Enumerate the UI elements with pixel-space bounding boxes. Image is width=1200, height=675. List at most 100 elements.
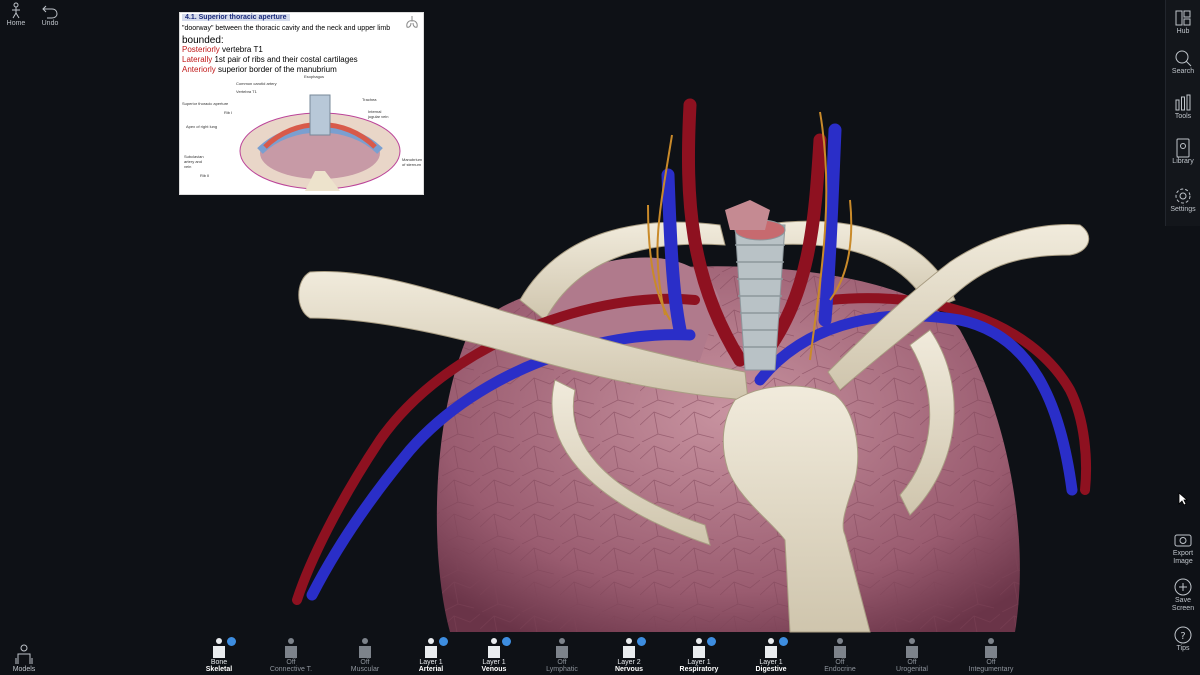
library-icon <box>1176 138 1190 158</box>
slide-label: Rib I <box>224 110 233 115</box>
slide-line-5: Anteriorly superior border of the manubr… <box>182 65 337 74</box>
undo-button[interactable]: Undo <box>38 2 62 27</box>
body-figure-icon <box>831 637 849 659</box>
sidebar-item-label: Settings <box>1170 206 1196 213</box>
layer-name: Venous <box>481 666 507 673</box>
layer-status: Layer 1 <box>419 659 443 666</box>
home-icon <box>12 2 20 19</box>
camera-icon <box>1174 534 1192 547</box>
save-screen-button[interactable]: Save Screen <box>1166 577 1200 613</box>
slide-line-1: "doorway" between the thoracic cavity an… <box>182 25 391 32</box>
plus-circle-icon <box>1174 578 1192 596</box>
slide-label: Trachea <box>362 97 377 102</box>
home-label: Home <box>6 20 26 27</box>
sidebar-item-label: Library <box>1172 158 1194 165</box>
layer-button-4[interactable]: Layer 1 Arterial <box>396 637 466 673</box>
right-sidebar: Hub Search Tools Library Settings <box>1165 0 1200 226</box>
active-badge-icon <box>707 637 716 646</box>
slide-label: Vertebra T1 <box>236 89 257 94</box>
slide-label: Manubrium of sternum <box>402 157 423 167</box>
slide-line-3: Posteriorly vertebra T1 <box>182 45 263 54</box>
layer-button-7[interactable]: Layer 2 Nervous <box>594 637 664 673</box>
slide-label: Esophagus <box>304 74 325 79</box>
hub-icon <box>1175 10 1191 26</box>
body-figure-icon <box>485 637 511 659</box>
tools-icon <box>1175 94 1191 111</box>
models-label: Models <box>12 666 36 673</box>
slide-label: Apex of right lung <box>186 124 218 129</box>
layer-name: Urogenital <box>896 666 928 673</box>
sidebar-item-label: Tools <box>1174 113 1192 120</box>
slide-line-4: Laterally 1st pair of ribs and their cos… <box>182 55 358 64</box>
sidebar-item-label: Hub <box>1176 28 1190 35</box>
models-icon <box>15 644 33 664</box>
body-figure-icon <box>690 637 716 659</box>
layer-button-2[interactable]: Off Connective T. <box>256 637 326 673</box>
layer-button-11[interactable]: Off Urogenital <box>877 637 947 673</box>
layer-button-9[interactable]: Layer 1 Digestive <box>736 637 806 673</box>
sidebar-item-settings[interactable]: Settings <box>1166 186 1200 213</box>
layer-name: Endocrine <box>824 666 856 673</box>
active-badge-icon <box>227 637 236 646</box>
save-screen-label: Save Screen <box>1171 597 1195 612</box>
layer-name: Nervous <box>614 666 643 673</box>
layer-status: Off <box>286 659 296 666</box>
body-figure-icon <box>210 637 236 659</box>
active-badge-icon <box>779 637 788 646</box>
layer-status: Off <box>360 659 370 666</box>
lecture-slide[interactable]: 4.1. Superior thoracic aperture "doorway… <box>179 12 424 195</box>
models-button[interactable]: Models <box>6 644 42 673</box>
body-figure-icon <box>282 637 300 659</box>
layer-status: Off <box>907 659 917 666</box>
layer-name: Skeletal <box>205 666 233 673</box>
sidebar-item-hub[interactable]: Hub <box>1166 8 1200 35</box>
layer-button-12[interactable]: Off Integumentary <box>956 637 1026 673</box>
body-figure-icon <box>422 637 448 659</box>
home-button[interactable]: Home <box>4 2 28 27</box>
body-figure-icon <box>553 637 571 659</box>
layer-status: Layer 1 <box>687 659 711 666</box>
layer-name: Arterial <box>418 666 444 673</box>
layer-status: Layer 2 <box>617 659 641 666</box>
slide-illustration <box>239 94 401 191</box>
bottom-layer-bar: Models Bone Skeletal Off Connective T. Off Mu… <box>0 631 1200 675</box>
active-badge-icon <box>502 637 511 646</box>
sidebar-item-library[interactable]: Library <box>1166 138 1200 165</box>
slide-label: Rib II <box>200 173 210 178</box>
slide-label: Common carotid artery <box>236 81 277 86</box>
layer-status: Layer 1 <box>759 659 783 666</box>
slide-label: Internal jugular vein <box>368 109 389 119</box>
slide-label: Superior thoracic aperture <box>182 101 229 106</box>
gear-icon <box>1175 188 1191 204</box>
body-figure-icon <box>620 637 646 659</box>
layer-name: Digestive <box>755 666 787 673</box>
layer-name: Integumentary <box>968 666 1014 673</box>
layer-button-5[interactable]: Layer 1 Venous <box>459 637 529 673</box>
layer-button-8[interactable]: Layer 1 Respiratory <box>664 637 734 673</box>
undo-icon <box>42 5 58 19</box>
sidebar-item-tools[interactable]: Tools <box>1166 93 1200 120</box>
layer-name: Lymphatic <box>546 666 578 673</box>
layer-status: Bone <box>210 659 228 666</box>
layer-name: Connective T. <box>269 666 313 673</box>
mouse-cursor-icon <box>1178 492 1188 506</box>
body-figure-icon <box>903 637 921 659</box>
layer-button-6[interactable]: Off Lymphatic <box>527 637 597 673</box>
undo-label: Undo <box>41 20 59 27</box>
search-icon <box>1175 50 1192 67</box>
sidebar-item-label: Search <box>1171 68 1195 75</box>
sidebar-item-search[interactable]: Search <box>1166 48 1200 75</box>
layer-button-3[interactable]: Off Muscular <box>330 637 400 673</box>
slide-label: Subclavian artery and vein <box>184 154 204 169</box>
export-image-button[interactable]: Export Image <box>1166 530 1200 566</box>
layer-status: Layer 1 <box>482 659 506 666</box>
export-image-label: Export Image <box>1172 550 1194 565</box>
layer-button-1[interactable]: Bone Skeletal <box>184 637 254 673</box>
active-badge-icon <box>439 637 448 646</box>
layer-status: Off <box>835 659 845 666</box>
slide-title: 4.1. Superior thoracic aperture <box>182 14 290 21</box>
layer-status: Off <box>986 659 996 666</box>
body-figure-icon <box>982 637 1000 659</box>
layer-name: Muscular <box>350 666 380 673</box>
layer-button-10[interactable]: Off Endocrine <box>805 637 875 673</box>
